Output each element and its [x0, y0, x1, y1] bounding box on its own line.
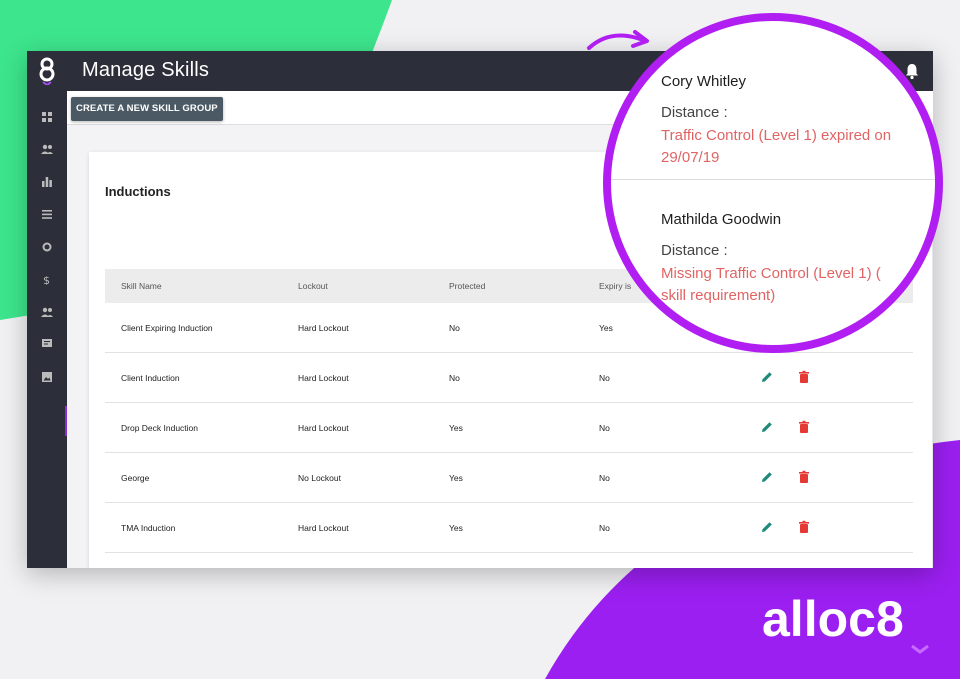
skill-warning: Traffic Control (Level 1) expired on [661, 127, 892, 144]
delete-trash-icon[interactable] [797, 370, 811, 384]
list-icon[interactable] [37, 204, 57, 224]
header-expiry[interactable]: Expiry is [599, 281, 631, 291]
skill-warning: skill requirement) [661, 287, 776, 304]
lockout-cell: Hard Lockout [298, 373, 349, 383]
image-icon[interactable] [37, 367, 57, 387]
skill-name-cell: Drop Deck Induction [121, 423, 199, 433]
section-title: Inductions [105, 184, 171, 199]
table-row[interactable]: Client Induction Hard Lockout No No [105, 353, 913, 403]
delete-trash-icon[interactable] [797, 420, 811, 434]
worker-name: Cory Whitley [661, 73, 747, 90]
sidebar: $ [27, 91, 67, 568]
dashboard-icon[interactable] [37, 107, 57, 127]
page-title: Manage Skills [82, 59, 210, 81]
skill-name-cell: George [121, 473, 150, 483]
lockout-cell: Hard Lockout [298, 323, 349, 333]
protected-cell: Yes [449, 473, 463, 483]
header-lockout[interactable]: Lockout [298, 281, 328, 291]
lockout-cell: No Lockout [298, 473, 341, 483]
expiry-cell: No [599, 423, 610, 433]
bar-chart-icon[interactable] [37, 172, 57, 192]
skill-warning: 29/07/19 [661, 149, 720, 166]
edit-pencil-icon[interactable] [760, 370, 774, 384]
dollar-icon[interactable]: $ [37, 269, 57, 289]
table-row[interactable]: TMA Induction Hard Lockout Yes No [105, 503, 913, 553]
group-icon[interactable] [37, 302, 57, 322]
protected-cell: Yes [449, 423, 463, 433]
distance-label: Distance : [661, 242, 728, 259]
expiry-cell: No [599, 523, 610, 533]
message-icon[interactable] [37, 334, 57, 354]
brand-logo-icon[interactable] [27, 51, 67, 91]
worker-name: Mathilda Goodwin [661, 211, 782, 228]
lockout-cell: Hard Lockout [298, 523, 349, 533]
skill-name-cell: Client Induction [121, 373, 180, 383]
svg-text:$: $ [43, 274, 50, 285]
expiry-cell: No [599, 373, 610, 383]
divider [611, 179, 935, 180]
expiry-cell: No [599, 473, 610, 483]
people-icon[interactable] [37, 139, 57, 159]
table-row[interactable]: George No Lockout Yes No [105, 453, 913, 503]
expiry-cell: Yes [599, 323, 613, 333]
lockout-cell: Hard Lockout [298, 423, 349, 433]
protected-cell: Yes [449, 523, 463, 533]
edit-pencil-icon[interactable] [760, 420, 774, 434]
delete-trash-icon[interactable] [797, 470, 811, 484]
distance-label: Distance : [661, 104, 728, 121]
header-protected[interactable]: Protected [449, 281, 485, 291]
skill-warning: Missing Traffic Control (Level 1) ( [661, 265, 881, 282]
protected-cell: No [449, 373, 460, 383]
active-indicator [65, 406, 67, 436]
alloc8-logo: alloc8 [762, 591, 929, 654]
edit-pencil-icon[interactable] [760, 470, 774, 484]
skill-name-cell: Client Expiring Induction [121, 323, 213, 333]
refresh-icon[interactable] [37, 237, 57, 257]
magnified-callout: Cory Whitley Distance : Traffic Control … [603, 13, 943, 353]
edit-pencil-icon[interactable] [760, 520, 774, 534]
protected-cell: No [449, 323, 460, 333]
skill-name-cell: TMA Induction [121, 523, 176, 533]
curved-arrow-icon [587, 30, 649, 50]
logo-text: alloc8 [762, 591, 904, 647]
delete-trash-icon[interactable] [797, 520, 811, 534]
create-skill-group-button[interactable]: CREATE A NEW SKILL GROUP [71, 97, 223, 121]
table-row[interactable]: Drop Deck Induction Hard Lockout Yes No [105, 403, 913, 453]
header-skill-name[interactable]: Skill Name [121, 281, 162, 291]
